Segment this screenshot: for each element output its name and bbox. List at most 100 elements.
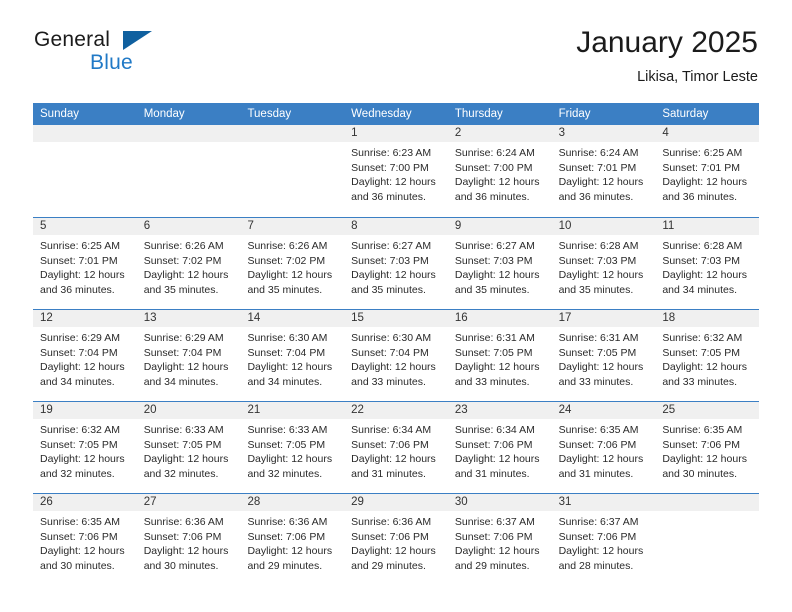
- calendar-day-cell[interactable]: 26 Sunrise: 6:35 AM Sunset: 7:06 PM Dayligh…: [33, 494, 137, 585]
- calendar-day-cell[interactable]: 2 Sunrise: 6:24 AM Sunset: 7:00 PM Daylight…: [447, 125, 552, 217]
- calendar-day-cell[interactable]: 28 Sunrise: 6:36 AM Sunset: 7:06 PM Dayligh…: [240, 494, 345, 585]
- day-number: 14: [247, 312, 261, 324]
- day-number: 11: [662, 220, 675, 232]
- day-number: 17: [558, 312, 572, 324]
- calendar-day-cell[interactable]: 21 Sunrise: 6:33 AM Sunset: 7:05 PM Dayligh…: [240, 402, 345, 493]
- daylight-text-line2: and 31 minutes.: [454, 467, 530, 480]
- daylight-text-line2: and 28 minutes.: [558, 559, 634, 572]
- day-number: 25: [662, 404, 676, 416]
- daylight-text-line1: Daylight: 12 hours: [40, 453, 125, 466]
- day-number-strip: 2: [447, 125, 552, 142]
- day-number: 31: [558, 496, 572, 508]
- daylight-text-line2: and 36 minutes.: [454, 190, 530, 203]
- calendar-day-cell[interactable]: 6 Sunrise: 6:26 AM Sunset: 7:02 PM Daylight…: [136, 218, 241, 309]
- calendar-day-cell[interactable]: 12 Sunrise: 6:29 AM Sunset: 7:04 PM Dayligh…: [33, 310, 137, 401]
- calendar-day-cell[interactable]: 8 Sunrise: 6:27 AM Sunset: 7:03 PM Daylight…: [344, 218, 448, 309]
- calendar-day-cell[interactable]: 29 Sunrise: 6:36 AM Sunset: 7:06 PM Dayligh…: [344, 494, 448, 585]
- sunrise-text: Sunrise: 6:32 AM: [40, 424, 120, 436]
- calendar-day-cell[interactable]: 7 Sunrise: 6:26 AM Sunset: 7:02 PM Daylight…: [240, 218, 345, 309]
- calendar-day-cell[interactable]: 18 Sunrise: 6:32 AM Sunset: 7:05 PM Dayligh…: [655, 310, 760, 401]
- calendar-day-cell[interactable]: 16 Sunrise: 6:31 AM Sunset: 7:05 PM Dayligh…: [447, 310, 552, 401]
- calendar-day-cell[interactable]: 10 Sunrise: 6:28 AM Sunset: 7:03 PM Dayligh…: [551, 218, 656, 309]
- sunrise-text: Sunrise: 6:35 AM: [662, 424, 743, 436]
- day-number-strip: 15: [344, 310, 448, 327]
- day-details: Sunrise: 6:35 AM Sunset: 7:06 PM Daylight:…: [552, 419, 656, 481]
- sunset-text: Sunset: 7:06 PM: [454, 438, 533, 451]
- calendar-day-cell[interactable]: 24 Sunrise: 6:35 AM Sunset: 7:06 PM Dayligh…: [551, 402, 656, 493]
- calendar-day-cell[interactable]: 3 Sunrise: 6:24 AM Sunset: 7:01 PM Daylight…: [551, 125, 656, 217]
- day-number-strip: 5: [33, 218, 137, 235]
- daylight-text-line2: and 32 minutes.: [143, 467, 219, 480]
- daylight-text-line1: Daylight: 12 hours: [143, 361, 229, 374]
- day-number-strip: 10: [551, 218, 656, 235]
- sunrise-text: Sunrise: 6:27 AM: [454, 240, 535, 252]
- day-number: 20: [143, 404, 157, 416]
- sunrise-text: Sunrise: 6:26 AM: [247, 240, 328, 252]
- daylight-text-line1: Daylight: 12 hours: [558, 176, 644, 189]
- sunset-text: Sunset: 7:04 PM: [40, 346, 118, 359]
- sunset-text: Sunset: 7:04 PM: [247, 346, 326, 359]
- daylight-text-line1: Daylight: 12 hours: [662, 453, 747, 466]
- sunset-text: Sunset: 7:05 PM: [247, 438, 326, 451]
- weekday-header-saturday: Saturday: [662, 108, 709, 120]
- sunrise-text: Sunrise: 6:37 AM: [558, 516, 639, 528]
- calendar-day-cell[interactable]: 5 Sunrise: 6:25 AM Sunset: 7:01 PM Daylight…: [33, 218, 137, 309]
- calendar-day-cell[interactable]: 14 Sunrise: 6:30 AM Sunset: 7:04 PM Dayligh…: [240, 310, 345, 401]
- day-details: Sunrise: 6:26 AM Sunset: 7:02 PM Daylight:…: [137, 235, 241, 297]
- daylight-text-line1: Daylight: 12 hours: [454, 361, 540, 374]
- day-number: 2: [454, 127, 462, 139]
- sunset-text: Sunset: 7:06 PM: [247, 530, 326, 543]
- weekday-header-thursday: Thursday: [454, 108, 503, 120]
- day-number-strip: 29: [344, 494, 448, 511]
- calendar-day-cell[interactable]: 4 Sunrise: 6:25 AM Sunset: 7:01 PM Daylight…: [655, 125, 760, 217]
- sunrise-text: Sunrise: 6:23 AM: [351, 147, 432, 159]
- calendar-day-cell[interactable]: 20 Sunrise: 6:33 AM Sunset: 7:05 PM Dayligh…: [136, 402, 241, 493]
- calendar-day-cell[interactable]: 23 Sunrise: 6:34 AM Sunset: 7:06 PM Dayligh…: [447, 402, 552, 493]
- daylight-text-line1: Daylight: 12 hours: [662, 176, 747, 189]
- calendar-day-cell[interactable]: 11 Sunrise: 6:28 AM Sunset: 7:03 PM Dayligh…: [655, 218, 760, 309]
- daylight-text-line2: and 35 minutes.: [558, 283, 634, 296]
- daylight-text-line2: and 36 minutes.: [558, 190, 634, 203]
- daylight-text-line1: Daylight: 12 hours: [454, 269, 540, 282]
- daylight-text-line1: Daylight: 12 hours: [558, 361, 644, 374]
- sunset-text: Sunset: 7:03 PM: [662, 254, 740, 267]
- day-number-strip: 27: [136, 494, 241, 511]
- sunrise-text: Sunrise: 6:24 AM: [454, 147, 535, 159]
- day-details: Sunrise: 6:28 AM Sunset: 7:03 PM Daylight:…: [552, 235, 656, 297]
- calendar-day-cell[interactable]: 25 Sunrise: 6:35 AM Sunset: 7:06 PM Dayligh…: [655, 402, 760, 493]
- day-number-strip: [33, 125, 137, 142]
- day-number: 26: [40, 496, 53, 508]
- brand-logo[interactable]: General Blue: [34, 28, 254, 88]
- calendar-day-cell[interactable]: 31 Sunrise: 6:37 AM Sunset: 7:06 PM Dayligh…: [551, 494, 656, 585]
- day-number-strip: 18: [655, 310, 760, 327]
- sunrise-text: Sunrise: 6:36 AM: [143, 516, 224, 528]
- daylight-text-line2: and 34 minutes.: [247, 375, 323, 388]
- calendar-day-cell[interactable]: 9 Sunrise: 6:27 AM Sunset: 7:03 PM Daylight…: [447, 218, 552, 309]
- day-details: Sunrise: 6:24 AM Sunset: 7:01 PM Daylight:…: [552, 142, 656, 204]
- calendar-day-cell[interactable]: 15 Sunrise: 6:30 AM Sunset: 7:04 PM Dayligh…: [344, 310, 448, 401]
- daylight-text-line1: Daylight: 12 hours: [662, 269, 747, 282]
- daylight-text-line2: and 33 minutes.: [454, 375, 530, 388]
- calendar-day-cell[interactable]: 13 Sunrise: 6:29 AM Sunset: 7:04 PM Dayligh…: [136, 310, 241, 401]
- day-details: Sunrise: 6:29 AM Sunset: 7:04 PM Daylight:…: [137, 327, 241, 389]
- calendar-day-cell[interactable]: 19 Sunrise: 6:32 AM Sunset: 7:05 PM Dayligh…: [33, 402, 137, 493]
- sunrise-text: Sunrise: 6:34 AM: [454, 424, 535, 436]
- calendar-day-cell[interactable]: 22 Sunrise: 6:34 AM Sunset: 7:06 PM Dayligh…: [344, 402, 448, 493]
- calendar-day-cell[interactable]: 30 Sunrise: 6:37 AM Sunset: 7:06 PM Dayligh…: [447, 494, 552, 585]
- calendar-grid: Sunday Monday Tuesday Wednesday Thursday…: [33, 103, 760, 585]
- sunrise-text: Sunrise: 6:34 AM: [351, 424, 432, 436]
- daylight-text-line2: and 32 minutes.: [40, 467, 115, 480]
- calendar-page: General Blue January 2025 Likisa, Timor …: [0, 0, 792, 612]
- sunset-text: Sunset: 7:05 PM: [40, 438, 118, 451]
- sunset-text: Sunset: 7:00 PM: [351, 161, 429, 174]
- day-number: 8: [351, 220, 358, 232]
- calendar-day-cell[interactable]: 1 Sunrise: 6:23 AM Sunset: 7:00 PM Daylight…: [344, 125, 448, 217]
- calendar-day-cell[interactable]: 17 Sunrise: 6:31 AM Sunset: 7:05 PM Dayligh…: [551, 310, 656, 401]
- sunset-text: Sunset: 7:00 PM: [454, 161, 533, 174]
- daylight-text-line2: and 34 minutes.: [40, 375, 115, 388]
- daylight-text-line2: and 31 minutes.: [351, 467, 426, 480]
- calendar-day-cell[interactable]: 27 Sunrise: 6:36 AM Sunset: 7:06 PM Dayligh…: [136, 494, 241, 585]
- day-number: 15: [351, 312, 364, 324]
- calendar-week-row: 12 Sunrise: 6:29 AM Sunset: 7:04 PM Dayligh…: [33, 309, 760, 401]
- sunrise-text: Sunrise: 6:35 AM: [40, 516, 120, 528]
